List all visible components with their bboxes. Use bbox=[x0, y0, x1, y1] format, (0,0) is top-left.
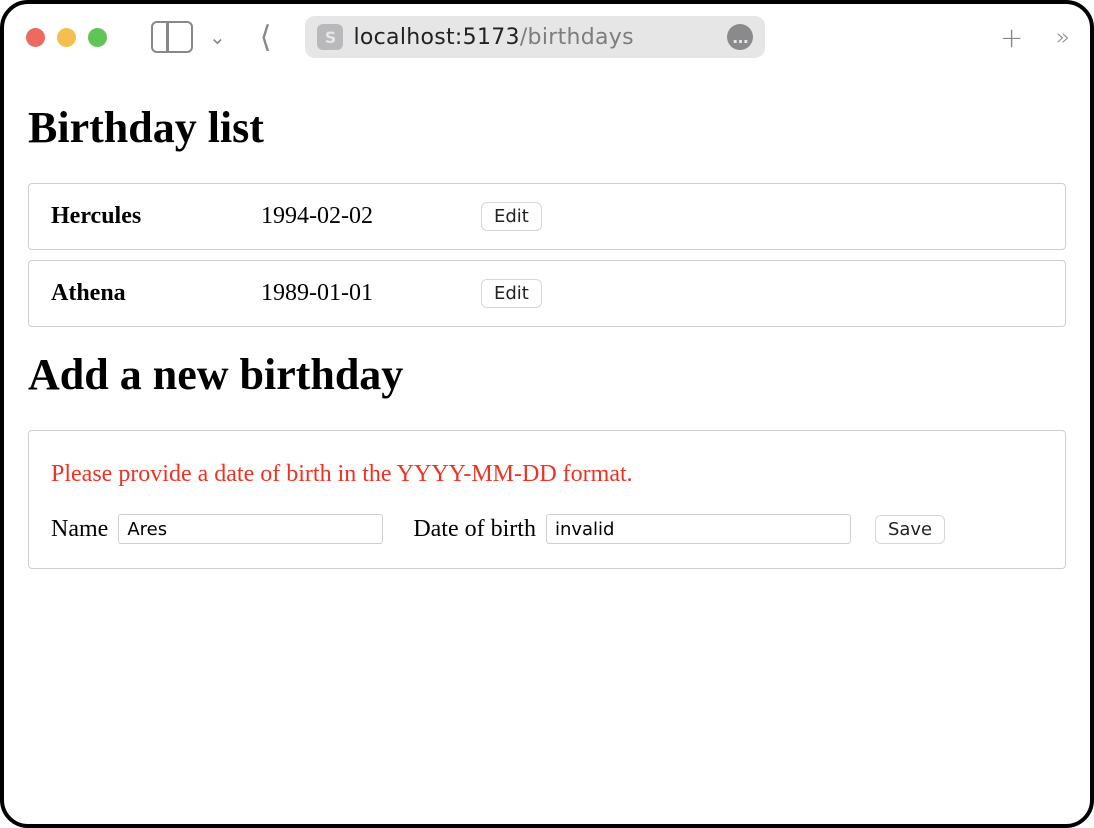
address-bar[interactable]: S localhost:5173/birthdays … bbox=[305, 16, 765, 58]
toolbar-left-group: ⌄ ⟨ bbox=[121, 20, 281, 55]
list-item: Athena 1989-01-01 Edit bbox=[28, 260, 1066, 327]
birthday-list: Hercules 1994-02-02 Edit Athena 1989-01-… bbox=[28, 183, 1066, 327]
dob-label: Date of birth bbox=[413, 516, 536, 543]
browser-window: ⌄ ⟨ S localhost:5173/birthdays … + » Bir… bbox=[0, 0, 1094, 828]
form-error-message: Please provide a date of birth in the YY… bbox=[51, 461, 1043, 488]
birthday-dob: 1989-01-01 bbox=[261, 280, 481, 307]
sidebar-toggle-button[interactable] bbox=[151, 21, 193, 53]
edit-button[interactable]: Edit bbox=[481, 279, 542, 308]
edit-button[interactable]: Edit bbox=[481, 202, 542, 231]
close-window-button[interactable] bbox=[26, 28, 45, 47]
maximize-window-button[interactable] bbox=[88, 28, 107, 47]
minimize-window-button[interactable] bbox=[57, 28, 76, 47]
birthday-dob: 1994-02-02 bbox=[261, 203, 481, 230]
tab-group-dropdown[interactable]: ⌄ bbox=[205, 25, 230, 49]
birthday-name: Athena bbox=[51, 280, 261, 307]
add-birthday-form: Please provide a date of birth in the YY… bbox=[28, 430, 1066, 569]
new-tab-button[interactable]: + bbox=[1000, 21, 1023, 54]
form-fields-row: Name Date of birth Save bbox=[51, 514, 1043, 544]
url-display: localhost:5173/birthdays bbox=[353, 25, 633, 50]
name-label: Name bbox=[51, 516, 108, 543]
url-path: /birthdays bbox=[520, 25, 634, 50]
window-controls bbox=[26, 28, 107, 47]
dob-input[interactable] bbox=[546, 514, 851, 544]
nav-back-button[interactable]: ⟨ bbox=[242, 20, 282, 55]
page-actions-button[interactable]: … bbox=[727, 24, 753, 50]
url-host: localhost:5173 bbox=[353, 25, 519, 50]
save-button[interactable]: Save bbox=[875, 515, 945, 544]
list-item: Hercules 1994-02-02 Edit bbox=[28, 183, 1066, 250]
site-identity-icon[interactable]: S bbox=[317, 24, 343, 50]
sidebar-toggle-icon bbox=[166, 23, 169, 51]
name-input[interactable] bbox=[118, 514, 383, 544]
overflow-menu-button[interactable]: » bbox=[1055, 23, 1064, 51]
titlebar: ⌄ ⟨ S localhost:5173/birthdays … + » bbox=[4, 4, 1090, 70]
toolbar-right-group: + » bbox=[1000, 21, 1068, 54]
birthday-name: Hercules bbox=[51, 203, 261, 230]
page-content: Birthday list Hercules 1994-02-02 Edit A… bbox=[4, 70, 1090, 593]
add-heading: Add a new birthday bbox=[28, 349, 1066, 400]
page-title: Birthday list bbox=[28, 102, 1066, 153]
